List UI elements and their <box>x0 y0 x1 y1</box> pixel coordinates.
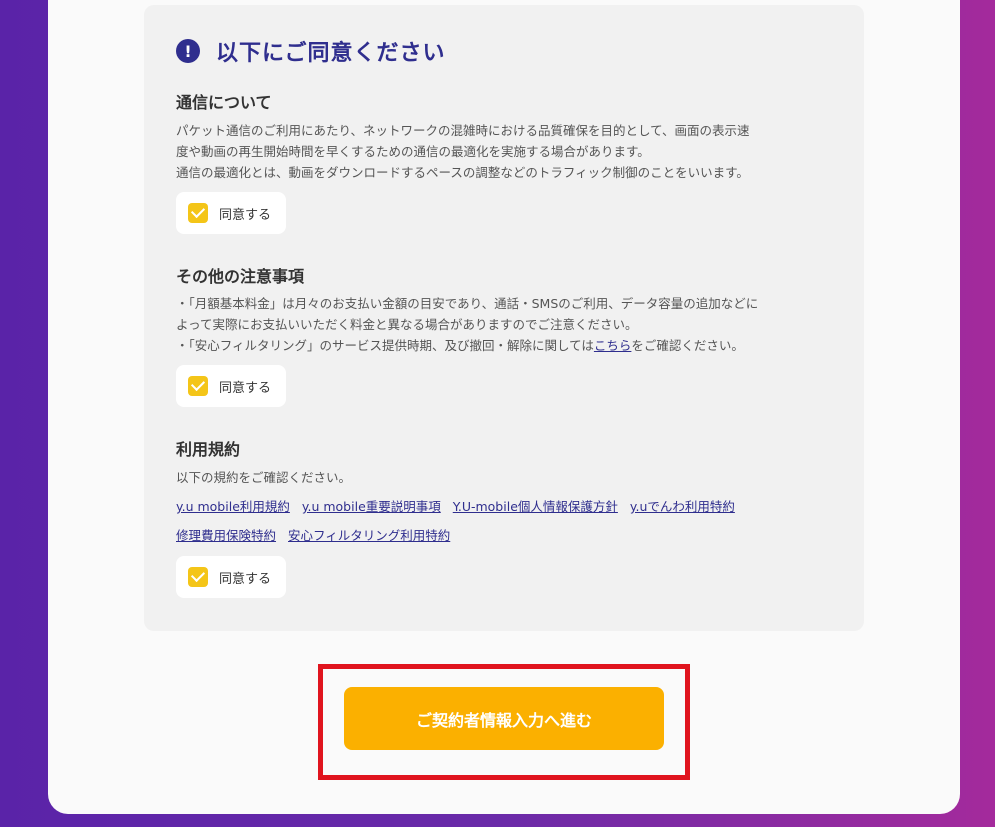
notes-line-3-suffix: をご確認ください。 <box>631 338 744 353</box>
notes-line-2: よって実際にお支払いいただく料金と異なる場合がありますのでご注意ください。 <box>176 317 638 332</box>
terms-link-repair-insurance[interactable]: 修理費用保険特約 <box>176 528 276 543</box>
terms-link-important[interactable]: y.u mobile重要説明事項 <box>302 499 441 514</box>
checkmark-icon <box>188 376 208 396</box>
notes-line-1: ・「月額基本料金」は月々のお支払い金額の目安であり、通話・SMSのご利用、データ… <box>176 296 759 311</box>
checkmark-icon <box>188 567 208 587</box>
agree-checkbox-communication[interactable]: 同意する <box>176 192 286 234</box>
communication-line-3: 通信の最適化とは、動画をダウンロードするペースの調整などのトラフィック制御のこと… <box>176 165 749 180</box>
communication-line-2: 度や動画の再生開始時間を早くするための通信の最適化を実施する場合があります。 <box>176 144 650 159</box>
agree-checkbox-terms[interactable]: 同意する <box>176 556 286 598</box>
notes-line-3-prefix: ・「安心フィルタリング」のサービス提供時期、及び撤回・解除に関しては <box>176 338 594 353</box>
terms-links: y.u mobile利用規約 y.u mobile重要説明事項 Y.U-mobi… <box>176 492 856 550</box>
proceed-button[interactable]: ご契約者情報入力へ進む <box>344 687 664 750</box>
agree-label: 同意する <box>219 571 272 587</box>
section-heading-notes: その他の注意事項 <box>176 267 305 286</box>
agree-checkbox-notes[interactable]: 同意する <box>176 365 286 407</box>
notes-line-3: ・「安心フィルタリング」のサービス提供時期、及び撤回・解除に関してはこちらをご確… <box>176 335 836 356</box>
agree-label: 同意する <box>219 380 272 396</box>
section-heading-communication: 通信について <box>176 93 272 112</box>
notes-text: ・「月額基本料金」は月々のお支払い金額の目安であり、通話・SMSのご利用、データ… <box>176 293 836 356</box>
terms-intro: 以下の規約をご確認ください。 <box>176 470 352 485</box>
terms-link-denwa[interactable]: y.uでんわ利用特約 <box>630 499 735 514</box>
terms-link-service[interactable]: y.u mobile利用規約 <box>176 499 290 514</box>
agreement-panel: ! 以下にご同意ください 通信について パケット通信のご利用にあたり、ネットワー… <box>144 5 864 631</box>
here-link[interactable]: こちら <box>594 338 632 353</box>
checkmark-icon <box>188 203 208 223</box>
agree-label: 同意する <box>219 207 272 223</box>
agreement-title: ! 以下にご同意ください <box>176 35 446 67</box>
terms-link-privacy[interactable]: Y.U-mobile個人情報保護方針 <box>453 499 618 514</box>
communication-line-1: パケット通信のご利用にあたり、ネットワークの混雑時における品質確保を目的として、… <box>176 123 750 138</box>
section-heading-terms: 利用規約 <box>176 440 241 459</box>
exclamation-icon: ! <box>176 39 200 63</box>
communication-text: パケット通信のご利用にあたり、ネットワークの混雑時における品質確保を目的として、… <box>176 120 836 183</box>
agreement-title-text: 以下にご同意ください <box>216 41 446 66</box>
terms-link-filtering[interactable]: 安心フィルタリング利用特約 <box>288 528 450 543</box>
